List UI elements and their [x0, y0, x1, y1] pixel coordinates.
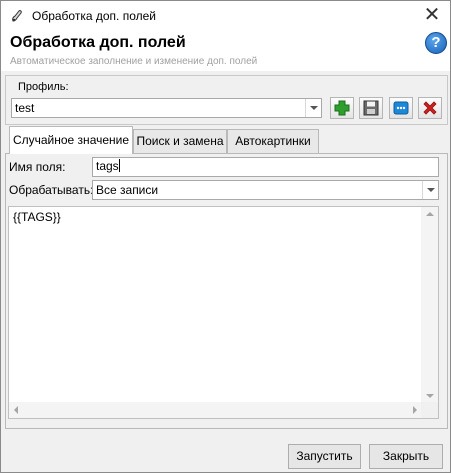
close-icon[interactable]: ✕ — [422, 5, 442, 26]
tab-search-replace[interactable]: Поиск и замена — [133, 129, 227, 153]
page-subtitle: Автоматическое заполнение и изменение до… — [10, 56, 258, 67]
chevron-down-icon[interactable] — [422, 181, 438, 199]
process-select[interactable]: Все записи — [92, 180, 439, 200]
dots-icon — [393, 101, 409, 115]
run-button[interactable]: Запустить — [288, 444, 361, 469]
close-button[interactable]: Закрыть — [369, 444, 443, 469]
tab-random-value[interactable]: Случайное значение — [9, 126, 133, 154]
scroll-right-icon[interactable] — [413, 406, 417, 414]
field-name-input[interactable]: tags — [92, 157, 439, 177]
horizontal-scrollbar[interactable] — [9, 402, 422, 418]
floppy-disk-icon — [363, 100, 379, 116]
add-profile-button[interactable] — [330, 97, 354, 119]
scroll-left-icon[interactable] — [14, 406, 18, 414]
save-profile-button[interactable] — [359, 97, 383, 119]
profile-select-value: test — [15, 101, 35, 115]
dialog-window: Обработка доп. полей ✕ Обработка доп. по… — [0, 0, 451, 473]
scroll-down-icon[interactable] — [426, 394, 434, 398]
chevron-down-icon[interactable] — [305, 99, 321, 117]
paint-tool-icon — [10, 9, 24, 23]
profile-group: Профиль: test — [5, 75, 448, 125]
field-name-value: tags — [96, 159, 119, 173]
delete-profile-button[interactable] — [418, 97, 442, 119]
value-template-textarea[interactable]: {{TAGS}} — [8, 206, 439, 419]
scroll-up-icon[interactable] — [426, 212, 434, 216]
title-bar: Обработка доп. полей ✕ — [1, 1, 450, 31]
vertical-scrollbar[interactable] — [421, 207, 438, 403]
field-name-label: Имя поля: — [9, 160, 66, 174]
dialog-header: Обработка доп. полей Автоматическое запо… — [1, 31, 450, 71]
help-icon[interactable]: ? — [425, 32, 447, 54]
scroll-corner — [421, 402, 438, 418]
template-text: {{TAGS}} — [13, 210, 61, 224]
profile-select[interactable]: test — [11, 98, 322, 118]
delete-icon — [423, 101, 437, 115]
add-icon — [334, 100, 350, 116]
process-select-value: Все записи — [96, 183, 159, 197]
rename-profile-button[interactable] — [389, 97, 413, 119]
page-title: Обработка доп. полей — [10, 34, 186, 51]
text-caret — [118, 159, 120, 172]
profile-label: Профиль: — [18, 81, 69, 93]
window-title: Обработка доп. полей — [32, 9, 156, 23]
process-label: Обрабатывать: — [9, 183, 94, 197]
tab-autopictures[interactable]: Автокартинки — [227, 129, 319, 153]
